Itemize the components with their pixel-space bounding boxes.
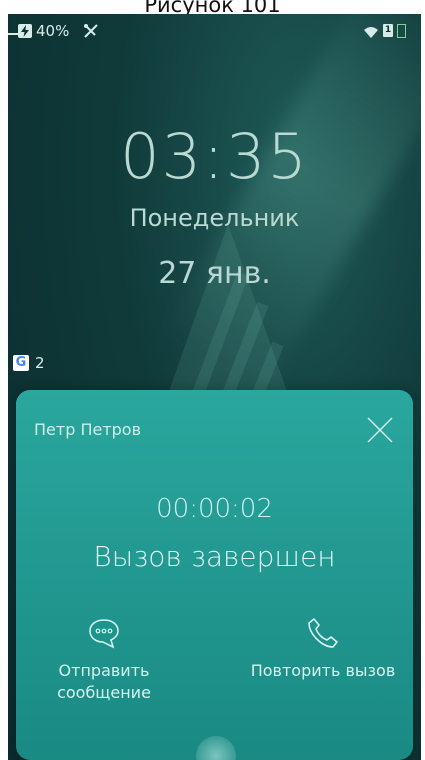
wifi-icon xyxy=(363,24,379,43)
lock-screen: 40% 1 03:35 Понедельник 27 янв. G 2 Петр… xyxy=(8,14,421,760)
send-message-label: Отправить сообщение xyxy=(57,661,151,702)
status-bar: 40% 1 xyxy=(8,14,421,46)
sim-icon: 1 xyxy=(383,24,393,37)
phone-icon xyxy=(308,618,338,648)
call-duration: 00:00:02 xyxy=(156,494,273,524)
caller-name: Петр Петров xyxy=(34,420,142,439)
close-icon xyxy=(367,417,393,443)
battery-charging-icon xyxy=(18,24,32,38)
weekday-label: Понедельник xyxy=(129,204,300,232)
signal-icon xyxy=(397,24,406,38)
logo-icon xyxy=(168,224,288,397)
notification-count: 2 xyxy=(35,354,45,372)
call-status: Вызов завершен xyxy=(93,540,336,573)
date-label: 27 янв. xyxy=(158,256,271,291)
close-button[interactable] xyxy=(364,414,396,446)
clock-time: 03:35 xyxy=(120,120,309,193)
chat-bubble-icon xyxy=(89,619,119,649)
call-ended-card: Петр Петров 00:00:02 Вызов завершен Отпр… xyxy=(16,390,413,760)
notification-indicator[interactable]: G 2 xyxy=(13,354,45,372)
battery-percent: 40% xyxy=(36,22,70,40)
redial-label: Повторить вызов xyxy=(250,661,396,680)
send-message-button[interactable]: Отправить сообщение xyxy=(44,616,164,704)
google-icon: G xyxy=(13,355,29,371)
redial-button[interactable]: Повторить вызов xyxy=(238,616,408,682)
mute-icon xyxy=(83,23,99,43)
divider-line xyxy=(8,33,18,35)
